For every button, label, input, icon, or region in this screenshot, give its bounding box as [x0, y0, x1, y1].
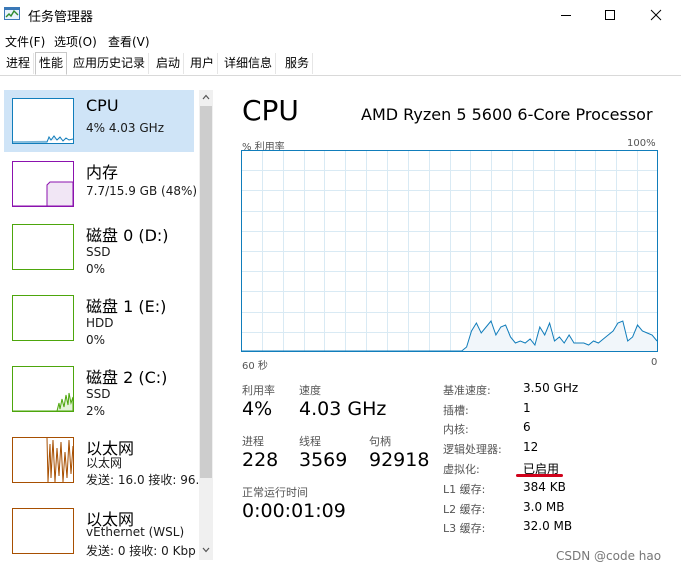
- handles-label: 句柄: [369, 435, 391, 448]
- cpu-thumbnail-graph: [12, 98, 74, 144]
- detail-label: 插槽:: [443, 404, 469, 417]
- minimize-button[interactable]: [543, 0, 589, 30]
- speed-label: 速度: [299, 384, 321, 397]
- processes-value: 228: [242, 449, 279, 471]
- cpu-usage-graph: [241, 150, 658, 352]
- uptime-label: 正常运行时间: [242, 486, 308, 499]
- sidebar-item-throughput: 发送: 16.0 接收: 96.: [86, 473, 200, 487]
- detail-value: 1: [523, 401, 531, 415]
- sidebar-item-ethernet-wsl[interactable]: 以太网 vEthernet (WSL) 发送: 0 接收: 0 Kbp: [4, 500, 196, 562]
- sidebar-item-disk0[interactable]: 磁盘 0 (D:) SSD 0%: [4, 216, 194, 278]
- detail-label: L2 缓存:: [443, 503, 486, 516]
- scroll-up-arrow-icon[interactable]: [200, 91, 212, 103]
- graph-max-label: 100%: [627, 138, 656, 149]
- sidebar-item-title: 磁盘 0 (D:): [86, 226, 169, 245]
- sidebar-item-cpu[interactable]: CPU 4% 4.03 GHz: [4, 90, 194, 152]
- watermark: CSDN @code hao: [556, 549, 662, 563]
- scrollbar-thumb[interactable]: [200, 106, 212, 478]
- tab-app-history[interactable]: 应用历史记录: [70, 53, 150, 74]
- graph-x-end-label: 0: [651, 357, 658, 368]
- sidebar-item-usage: 0%: [86, 333, 106, 347]
- detail-value: 12: [523, 440, 539, 454]
- tab-users[interactable]: 用户: [187, 53, 219, 74]
- sidebar-item-detail: SSD: [86, 387, 111, 401]
- tab-services[interactable]: 服务: [282, 53, 314, 74]
- detail-value: 384 KB: [523, 480, 566, 494]
- sidebar-item-detail: SSD: [86, 245, 111, 259]
- sidebar-item-disk2[interactable]: 磁盘 2 (C:) SSD 2%: [4, 358, 194, 420]
- threads-value: 3569: [299, 449, 348, 471]
- scroll-down-arrow-icon[interactable]: [200, 544, 212, 556]
- tab-processes[interactable]: 进程: [3, 53, 35, 74]
- utilization-label: 利用率: [242, 384, 275, 397]
- detail-label: 基准速度:: [443, 384, 491, 397]
- tab-startup[interactable]: 启动: [153, 53, 185, 74]
- processes-label: 进程: [242, 435, 264, 448]
- detail-value: 32.0 MB: [523, 519, 573, 533]
- ethernet-wsl-thumbnail-graph: [12, 508, 74, 554]
- sidebar-item-usage: 0%: [86, 262, 106, 276]
- sidebar-item-usage: 2%: [86, 404, 106, 418]
- tab-performance[interactable]: 性能: [35, 52, 68, 75]
- menu-options[interactable]: 选项(O): [54, 33, 97, 50]
- close-icon: [650, 9, 662, 21]
- tab-details[interactable]: 详细信息: [221, 53, 277, 74]
- sidebar-item-title: 磁盘 2 (C:): [86, 368, 168, 387]
- sidebar-item-throughput: 发送: 0 接收: 0 Kbp: [86, 544, 196, 558]
- minimize-icon: [561, 15, 571, 16]
- detail-label: L1 缓存:: [443, 483, 486, 496]
- menu-file[interactable]: 文件(F): [5, 33, 45, 50]
- graph-x-start-label: 60 秒: [242, 361, 268, 372]
- sidebar-item-title: 磁盘 1 (E:): [86, 297, 167, 316]
- annotation-underline: [516, 474, 563, 477]
- close-button[interactable]: [633, 0, 679, 30]
- ethernet-thumbnail-graph: [12, 437, 74, 483]
- menu-view[interactable]: 查看(V): [108, 33, 150, 50]
- sidebar-item-memory[interactable]: 内存 7.7/15.9 GB (48%): [4, 153, 198, 215]
- window-title: 任务管理器: [28, 10, 94, 25]
- sidebar-item-detail: 4% 4.03 GHz: [86, 121, 165, 135]
- disk2-thumbnail-graph: [12, 366, 74, 412]
- handles-value: 92918: [369, 449, 430, 471]
- cpu-model-name: AMD Ryzen 5 5600 6-Core Processor: [361, 105, 653, 124]
- disk0-thumbnail-graph: [12, 224, 74, 270]
- sidebar-item-detail: 7.7/15.9 GB (48%): [86, 184, 198, 198]
- detail-label: L3 缓存:: [443, 522, 486, 535]
- sidebar-item-detail: 以太网: [86, 456, 123, 470]
- detail-value: 6: [523, 420, 531, 434]
- sidebar-item-title: CPU: [86, 96, 119, 115]
- sidebar-item-ethernet[interactable]: 以太网 以太网 发送: 16.0 接收: 96.: [4, 429, 199, 491]
- detail-label: 虚拟化:: [443, 463, 480, 476]
- detail-label: 内核:: [443, 423, 469, 436]
- memory-thumbnail-graph: [12, 161, 74, 207]
- detail-label: 逻辑处理器:: [443, 443, 502, 456]
- page-title: CPU: [242, 94, 299, 127]
- threads-label: 线程: [299, 435, 321, 448]
- maximize-button[interactable]: [587, 0, 633, 30]
- sidebar-item-disk1[interactable]: 磁盘 1 (E:) HDD 0%: [4, 287, 194, 349]
- detail-value: 3.50 GHz: [523, 381, 579, 395]
- maximize-icon: [605, 10, 615, 20]
- menu-bar: 文件(F) 选项(O) 查看(V): [0, 30, 681, 50]
- sidebar-item-detail: HDD: [86, 316, 114, 330]
- disk1-thumbnail-graph: [12, 295, 74, 341]
- detail-value: 3.0 MB: [523, 500, 565, 514]
- task-manager-icon: [4, 6, 20, 22]
- speed-value: 4.03 GHz: [299, 398, 387, 420]
- sidebar-item-title: 内存: [86, 163, 119, 182]
- utilization-value: 4%: [242, 398, 273, 420]
- uptime-value: 0:00:01:09: [242, 500, 346, 522]
- resource-list: CPU 4% 4.03 GHz 内存 7.7/15.9 GB (48%) 磁盘 …: [0, 86, 214, 566]
- tab-bar: 进程 性能 应用历史记录 启动 用户 详细信息 服务: [0, 52, 681, 76]
- sidebar-item-detail: vEthernet (WSL): [86, 525, 185, 539]
